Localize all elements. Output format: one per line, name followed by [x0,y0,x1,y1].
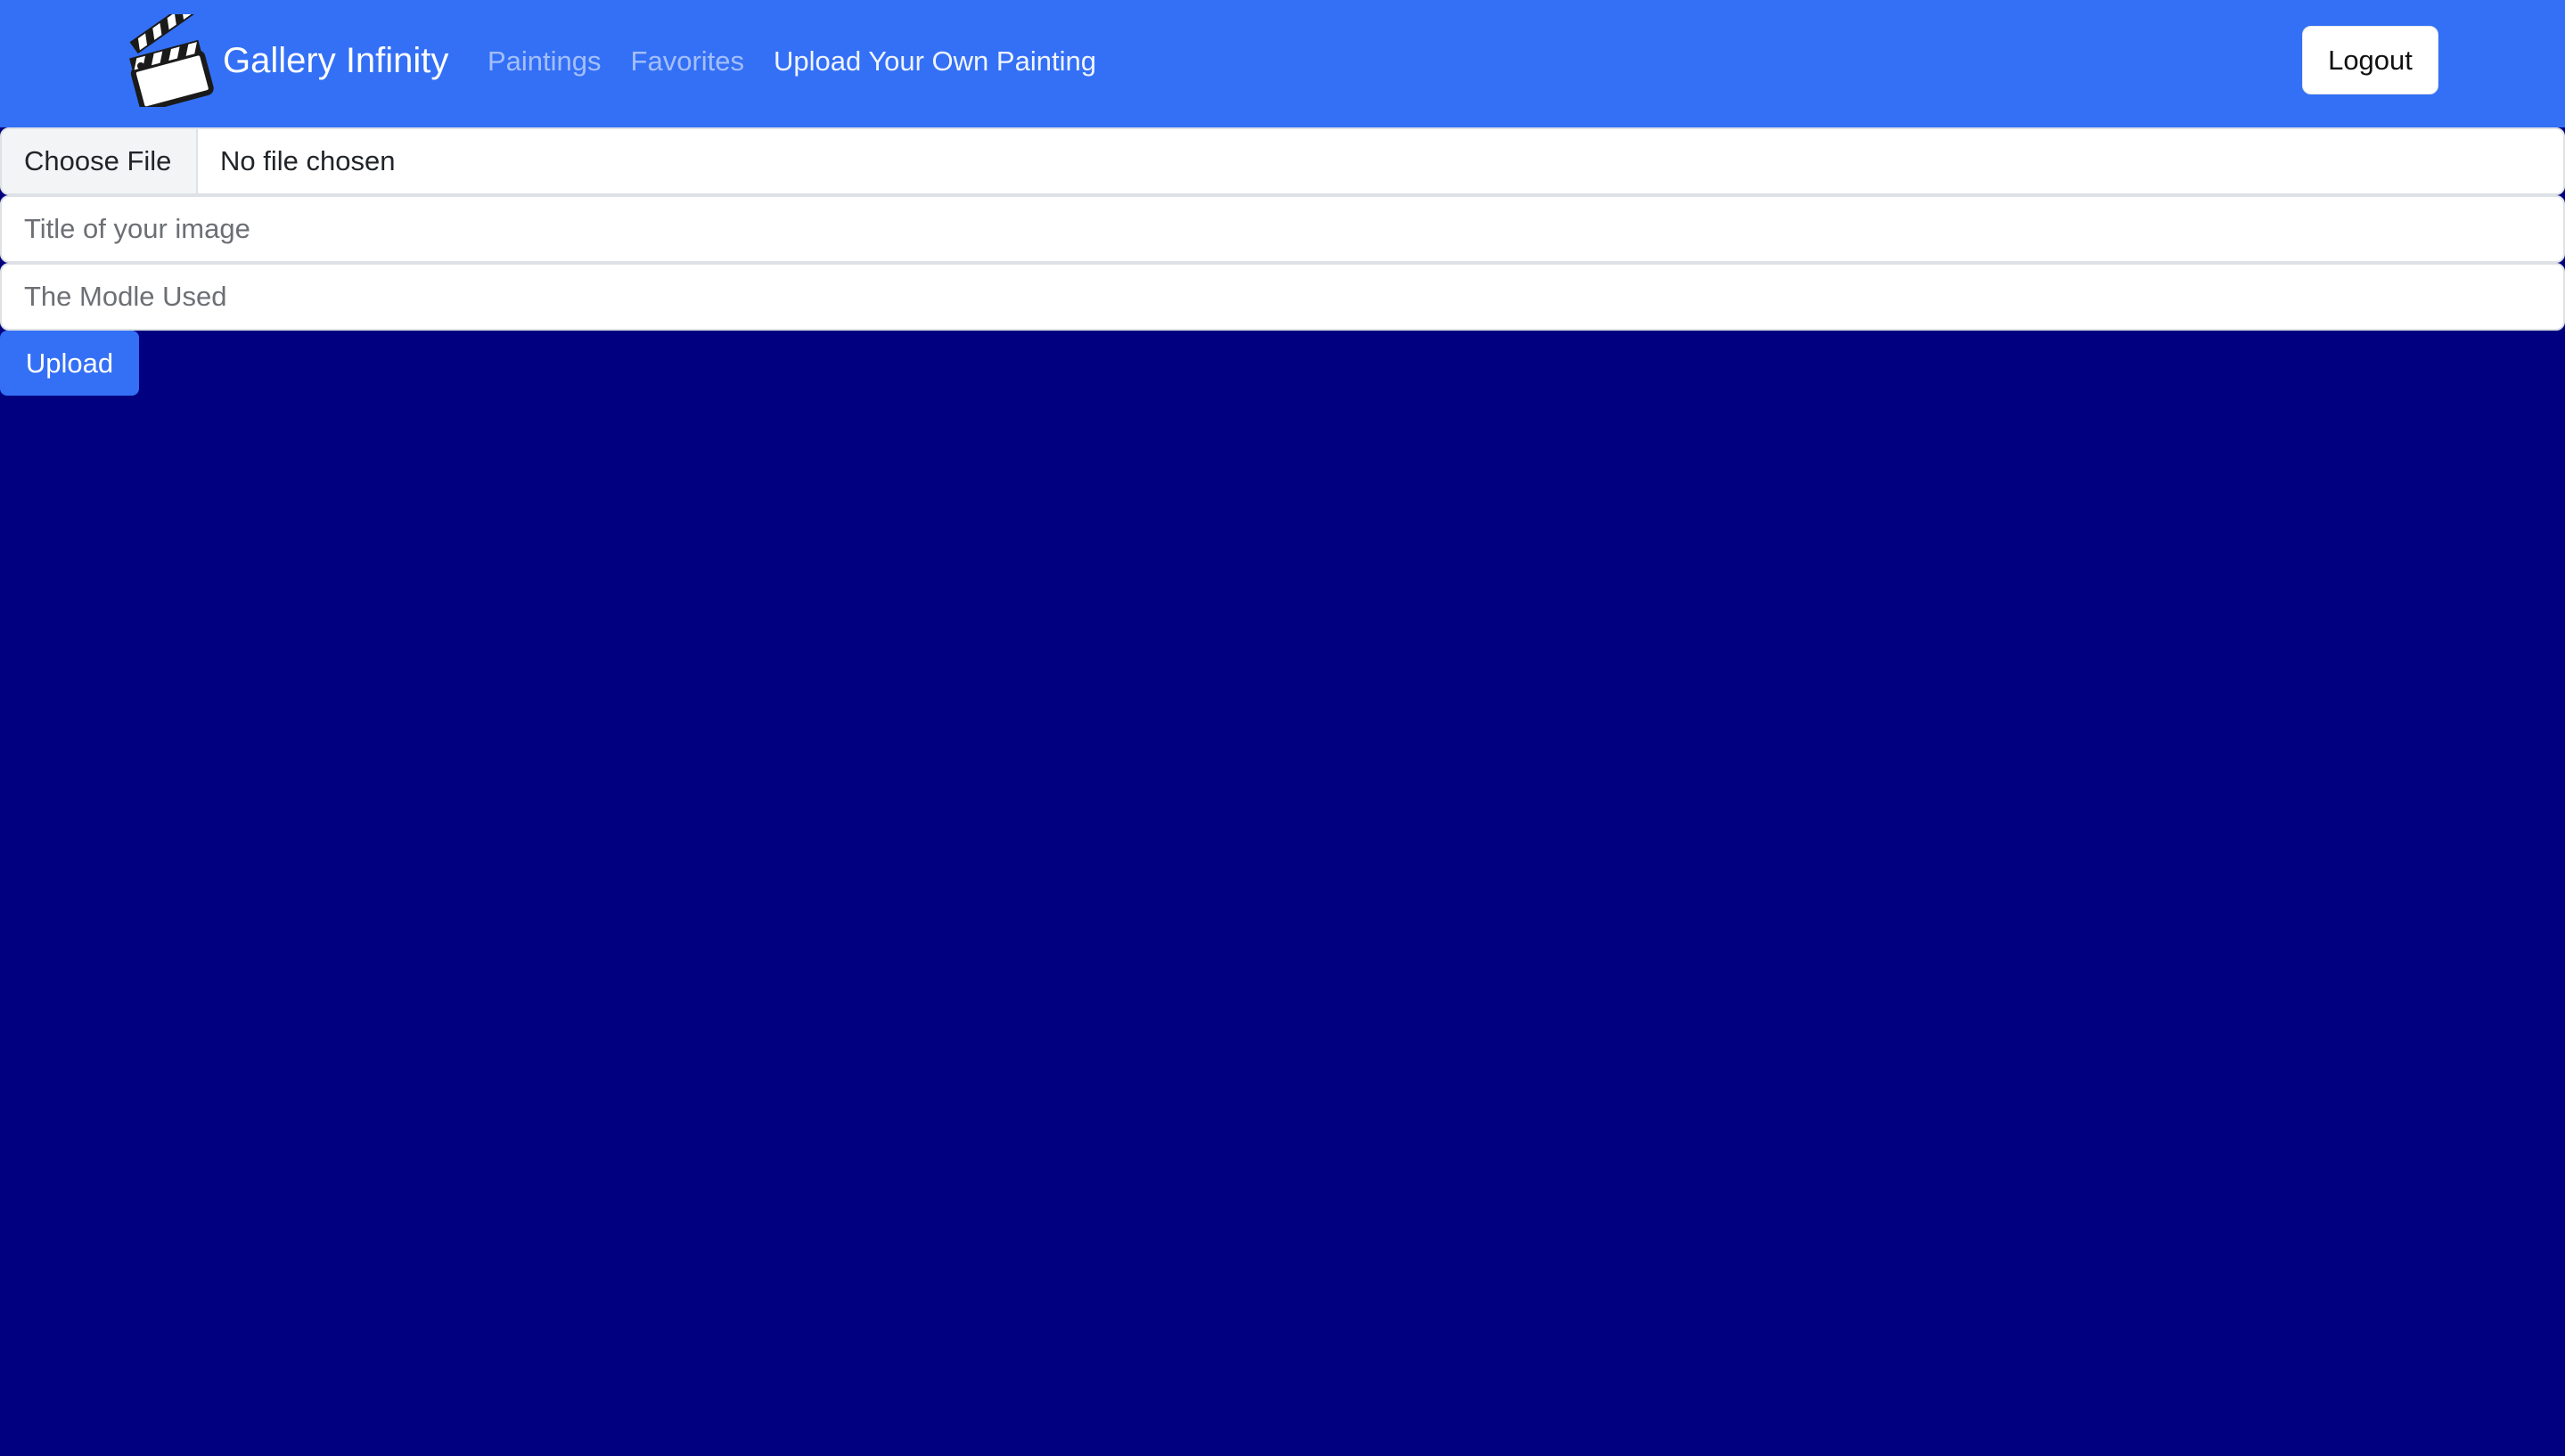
file-status: No file chosen [220,145,396,176]
file-input[interactable]: Choose File No file chosen [0,127,2565,195]
navbar: Gallery Infinity Paintings Favorites Upl… [0,0,2565,127]
nav-links: Paintings Favorites Upload Your Own Pain… [488,39,1126,84]
brand-link[interactable]: Gallery Infinity [128,14,448,107]
upload-button[interactable]: Upload [0,331,139,396]
title-input[interactable] [0,195,2565,263]
model-input[interactable] [0,263,2565,331]
nav-link-paintings[interactable]: Paintings [488,45,602,78]
nav-link-upload[interactable]: Upload Your Own Painting [774,45,1096,78]
logout-button[interactable]: Logout [2302,26,2438,94]
clapperboard-icon [129,14,214,107]
upload-form: Choose File No file chosen Upload [0,127,2565,396]
nav-link-favorites[interactable]: Favorites [631,45,744,78]
choose-file-button[interactable]: Choose File [2,129,198,193]
brand-name: Gallery Infinity [223,40,449,80]
